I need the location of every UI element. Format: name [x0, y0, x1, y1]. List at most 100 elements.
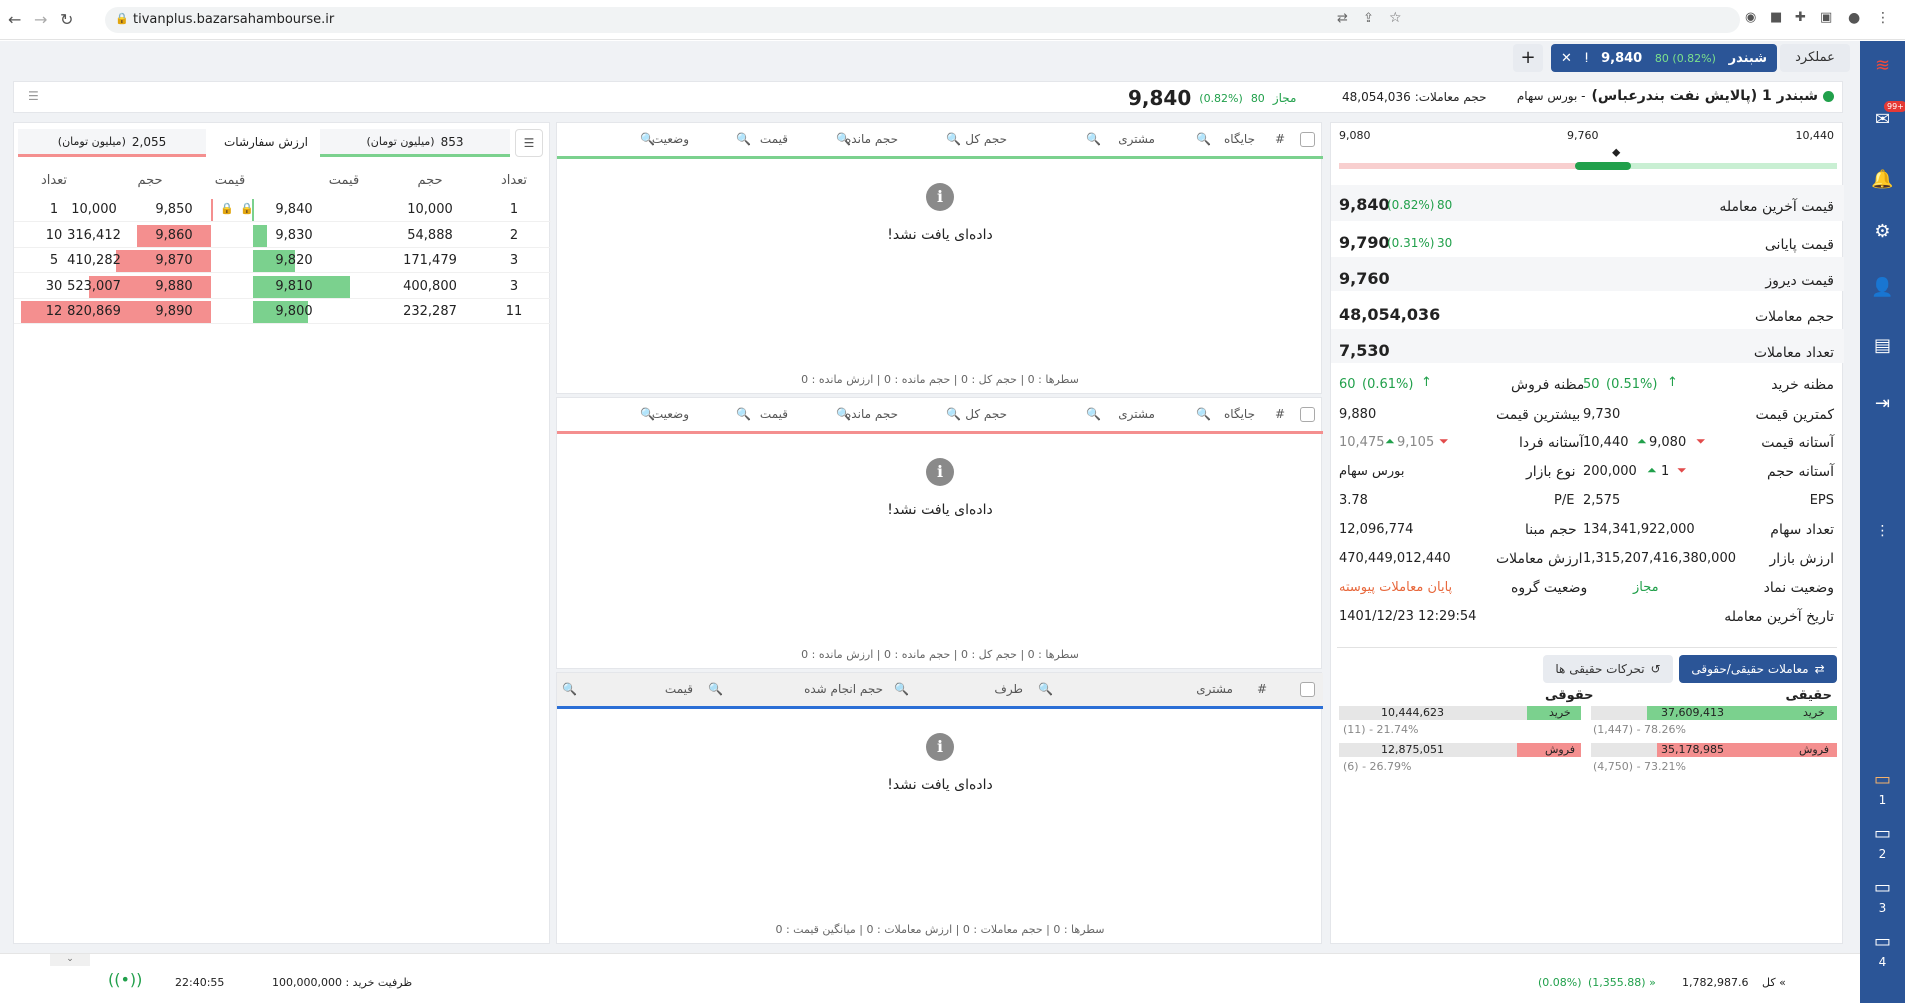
search-icon[interactable]: 🔍: [836, 407, 851, 421]
sell-count: 5: [49, 253, 59, 269]
col-price: قیمت: [664, 682, 693, 696]
logout-icon[interactable]: ⇥: [1860, 393, 1905, 414]
col-price: قیمت: [759, 407, 788, 421]
real-movements-tab[interactable]: ↺ تحرکات حقیقی ها: [1543, 655, 1673, 683]
search-icon[interactable]: 🔍: [836, 132, 851, 146]
volume-limit-low: 1: [1661, 464, 1670, 479]
orderbook-panel: ☰ 853 (میلیون تومان) ارزش سفارشات 2,055 …: [13, 122, 551, 944]
search-icon[interactable]: 🔍: [736, 407, 751, 421]
star-icon[interactable]: ☆: [1389, 10, 1402, 26]
select-all-checkbox[interactable]: [1300, 682, 1315, 697]
collapse-icon[interactable]: ⋮: [1860, 523, 1905, 539]
max-label: بیشترین قیمت: [1496, 407, 1581, 423]
address-bar[interactable]: 🔒 tivanplus.bazarsahambourse.ir ⇄ ⇪ ☆: [105, 7, 1740, 33]
min-value: 9,730: [1583, 407, 1621, 422]
sidepanel-icon[interactable]: ▣: [1820, 10, 1832, 25]
pe-value: 3.78: [1339, 493, 1368, 508]
mail-icon[interactable]: ✉: [1860, 109, 1905, 130]
volume-limit-high: 200,000: [1583, 464, 1637, 479]
search-icon[interactable]: 🔍: [708, 682, 723, 696]
legal-buy-label: خرید: [1549, 706, 1571, 719]
volume-info-value: 48,054,036: [1339, 305, 1441, 324]
symbol-status: مجاز: [1633, 580, 1659, 595]
close-tab-icon[interactable]: ✕: [1561, 51, 1572, 66]
puzzle-icon[interactable]: ✚: [1795, 10, 1806, 25]
symbol-tab[interactable]: شبندر (0.82%) 80 9,840 ⵑ ✕: [1551, 44, 1777, 72]
document-icon[interactable]: ▤: [1860, 335, 1905, 356]
search-icon[interactable]: 🔍: [736, 132, 751, 146]
legal-trades-tab[interactable]: ⇄ معاملات حقیقی/حقوقی: [1679, 655, 1837, 683]
extension2-icon[interactable]: ■: [1770, 10, 1782, 25]
symbol-status-label: وضعیت نماد: [1763, 580, 1834, 596]
lock-icon[interactable]: 🔒: [220, 202, 234, 215]
menu-icon[interactable]: ⋮: [1876, 10, 1890, 26]
header-change-abs: 80: [1250, 91, 1265, 105]
logo-icon: ≋: [1874, 55, 1891, 76]
chevron-down-icon[interactable]: ⌄: [50, 954, 90, 966]
last-trade-price: 9,840: [1339, 195, 1390, 214]
search-icon[interactable]: 🔍: [946, 407, 961, 421]
buy-value-box: 853 (میلیون تومان): [320, 129, 510, 157]
back-icon[interactable]: ←: [8, 10, 21, 29]
translate-icon[interactable]: ⇄: [1337, 11, 1348, 26]
price-limit-label: آستانه قیمت: [1761, 435, 1834, 451]
share-icon[interactable]: ⇪: [1363, 11, 1374, 26]
reload-icon[interactable]: ↻: [60, 10, 73, 29]
search-icon[interactable]: 🔍: [1086, 132, 1101, 146]
gear-icon[interactable]: ⚙: [1860, 221, 1905, 242]
search-icon[interactable]: 🔍: [1086, 407, 1101, 421]
empty-message: داده‌ای یافت نشد!: [887, 502, 993, 518]
list-icon[interactable]: ☰: [28, 89, 39, 103]
monitor-3-icon[interactable]: ▭: [1860, 877, 1905, 898]
index-label: » کل: [1762, 976, 1786, 989]
select-all-checkbox[interactable]: [1300, 132, 1315, 147]
user-icon[interactable]: 👤: [1860, 277, 1905, 298]
double-down-icon: ⏷: [1696, 434, 1706, 448]
search-icon[interactable]: 🔍: [1196, 407, 1211, 421]
bell-icon[interactable]: 🔔: [1860, 169, 1905, 190]
add-tab-button[interactable]: +: [1513, 44, 1543, 72]
search-icon[interactable]: 🔍: [562, 682, 577, 696]
col-total-vol: حجم کل: [965, 407, 1007, 421]
info-icon: i: [926, 733, 954, 761]
lock-icon[interactable]: 🔒: [240, 202, 254, 215]
col-status: وضعیت: [651, 132, 689, 146]
range-min: 9,080: [1339, 129, 1371, 142]
buy-count: 3: [509, 278, 519, 294]
profile-icon[interactable]: ●: [1848, 10, 1860, 26]
forward-icon[interactable]: →: [34, 10, 47, 29]
index-value: 1,782,987.6: [1682, 976, 1749, 989]
sell-price: 9,890: [155, 304, 193, 320]
monitor-4-icon[interactable]: ▭: [1860, 931, 1905, 952]
buy-price: 9,840: [275, 202, 313, 217]
double-down-icon: ⏷: [1439, 434, 1449, 448]
list-view-icon[interactable]: ☰: [515, 129, 543, 157]
group-status: پایان معاملات پیوسته: [1339, 580, 1453, 595]
double-up-icon: ⏶: [1647, 463, 1657, 477]
buy-count-header: تعداد: [500, 173, 528, 188]
search-icon[interactable]: 🔍: [1196, 132, 1211, 146]
symbol-header: شبندر 1 (پالایش نفت بندرعباس) - بورس سها…: [13, 81, 1843, 113]
workflow-tab[interactable]: عملکرد: [1780, 44, 1850, 72]
search-icon[interactable]: 🔍: [1038, 682, 1053, 696]
buy-price: 9,830: [275, 227, 313, 243]
symbol-tab-price: 9,840: [1601, 50, 1643, 66]
real-movements-tab-label: تحرکات حقیقی ها: [1555, 662, 1645, 676]
market-type: بورس سهام: [1339, 464, 1405, 479]
closing-price: 9,790: [1339, 233, 1390, 252]
legal-label: حقوقی: [1545, 688, 1594, 703]
select-all-checkbox[interactable]: [1300, 407, 1315, 422]
search-icon[interactable]: 🔍: [946, 132, 961, 146]
shares-label: تعداد سهام: [1770, 522, 1834, 538]
divider: [1337, 647, 1837, 648]
search-icon[interactable]: 🔍: [640, 407, 655, 421]
table-footer: سطرها : 0 | حجم کل : 0 | حجم مانده : 0 |…: [801, 648, 1079, 661]
monitor-2-icon[interactable]: ▭: [1860, 823, 1905, 844]
monitor-1-icon[interactable]: ▭: [1860, 769, 1905, 790]
clock: 22:40:55: [175, 976, 225, 989]
search-icon[interactable]: 🔍: [640, 132, 655, 146]
sell-suspect-abs: 60: [1339, 377, 1356, 392]
search-icon[interactable]: 🔍: [894, 682, 909, 696]
extension-icon[interactable]: ◉: [1745, 10, 1756, 25]
monitor-4-label: 4: [1878, 955, 1887, 969]
